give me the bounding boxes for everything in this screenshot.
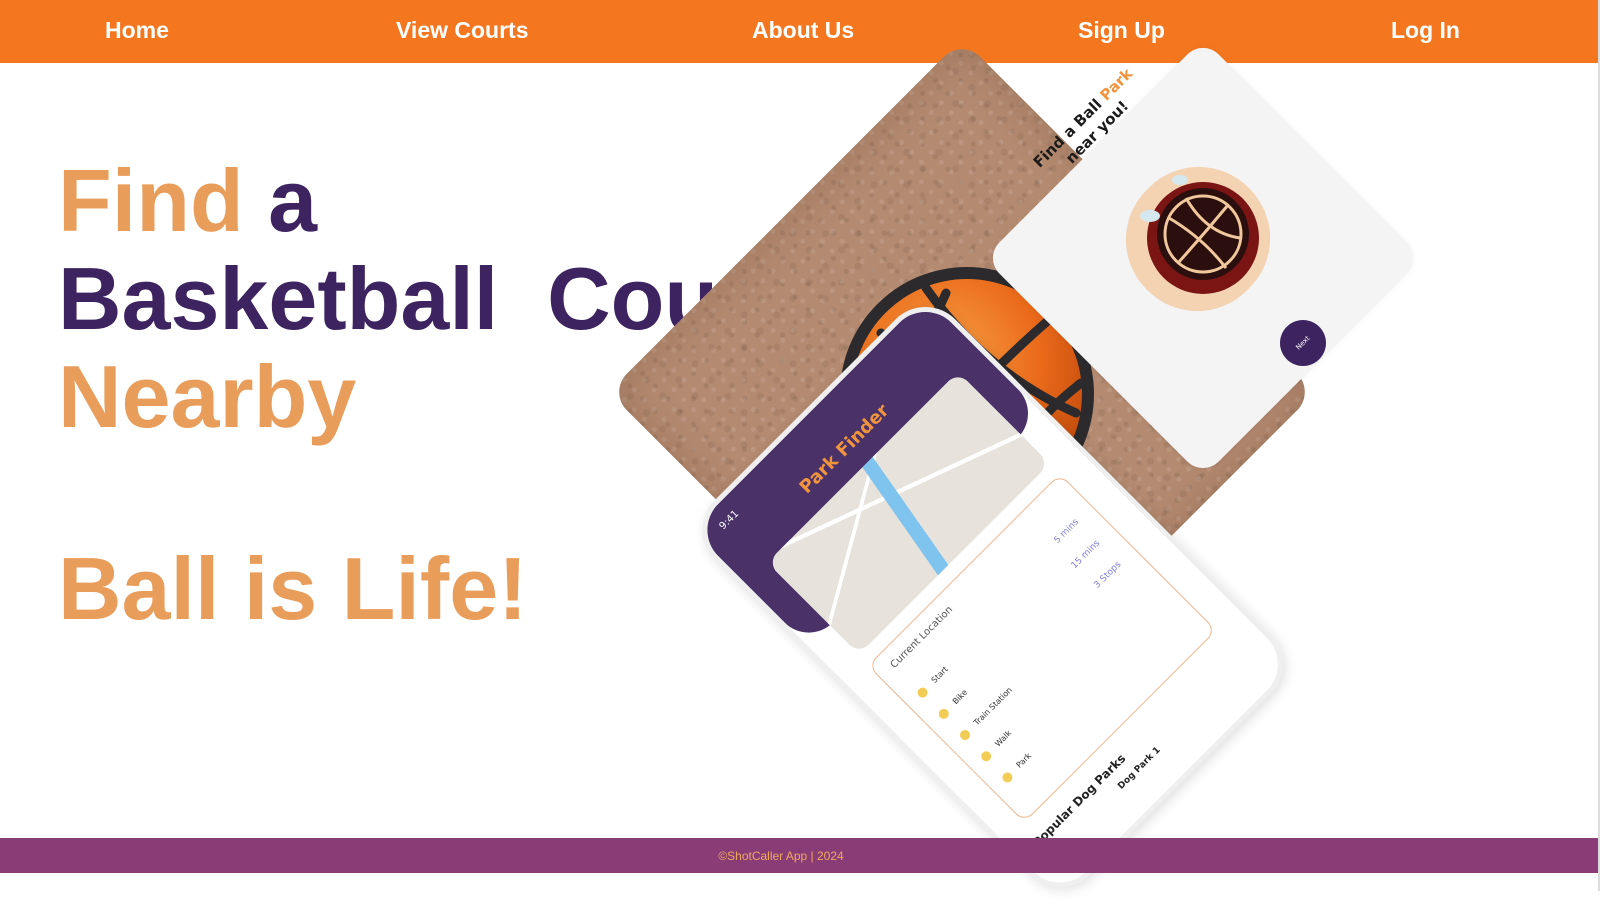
- nav-home-link[interactable]: Home: [105, 0, 169, 63]
- phone-status-time: 9:41: [717, 508, 742, 533]
- route-step: Start: [929, 664, 950, 685]
- route-step: Walk: [993, 728, 1014, 749]
- route-dot: [1000, 770, 1015, 785]
- route-step: Bike: [950, 687, 970, 707]
- headline-word-find: Find: [58, 151, 244, 250]
- route-step: Train Station: [972, 685, 1014, 728]
- nav-sign-up-link[interactable]: Sign Up: [1078, 0, 1165, 63]
- hero-tagline: Ball is Life!: [58, 539, 528, 638]
- nav-view-courts-link[interactable]: View Courts: [396, 0, 529, 63]
- onboarding-ball-illustration: [1125, 166, 1271, 312]
- page-footer: ©ShotCaller App | 2024: [0, 838, 1598, 873]
- route-dot: [979, 749, 994, 764]
- headline-word-a: a: [268, 151, 318, 250]
- park-card-title[interactable]: Dog Park 1: [1116, 745, 1162, 791]
- footer-copyright: ©ShotCaller App | 2024: [718, 849, 844, 863]
- headline-line-1: Find a: [58, 152, 782, 250]
- route-step: Park: [1014, 751, 1034, 770]
- nav-log-in-link[interactable]: Log In: [1391, 0, 1460, 63]
- top-navigation: Home View Courts About Us Sign Up Log In: [0, 0, 1598, 63]
- route-dot: [915, 685, 930, 700]
- route-dot: [957, 727, 973, 743]
- route-distance: 3 Stops: [1092, 559, 1124, 591]
- nav-about-us-link[interactable]: About Us: [752, 0, 854, 63]
- route-distance: 5 mins: [1052, 517, 1081, 546]
- route-distance: 15 mins: [1069, 538, 1103, 572]
- route-dot: [936, 706, 951, 721]
